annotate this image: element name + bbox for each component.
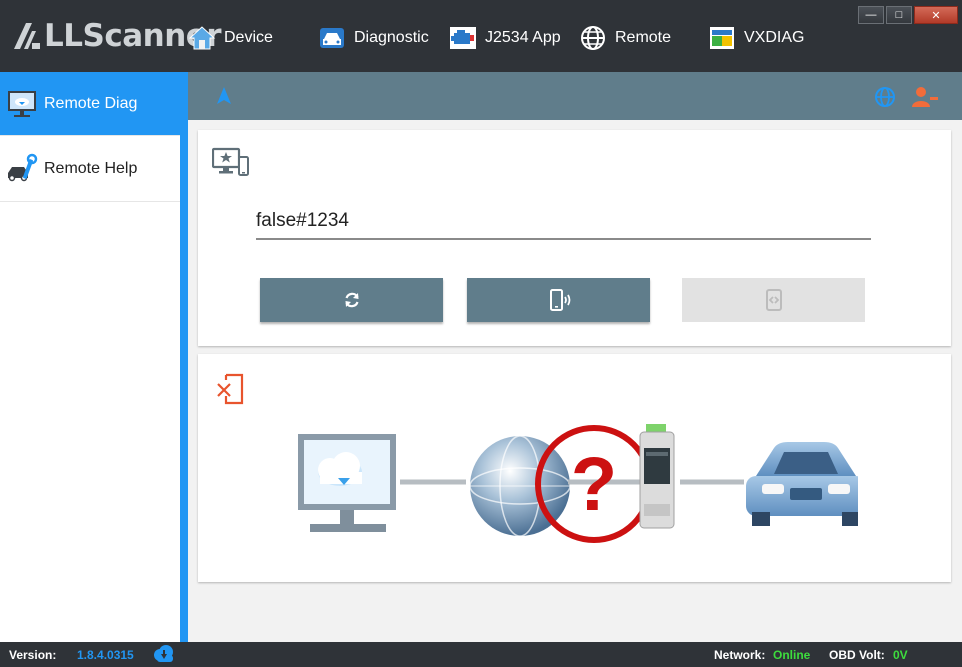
logo-a-icon bbox=[14, 23, 40, 49]
monitor-cloud-icon bbox=[6, 88, 38, 120]
user-account-icon[interactable] bbox=[912, 86, 938, 108]
phone-vibrate-icon bbox=[549, 289, 570, 311]
version-value: 1.8.4.0315 bbox=[77, 648, 134, 662]
sidebar-item-label: Remote Diag bbox=[44, 94, 138, 112]
network-status: Online bbox=[773, 648, 811, 662]
menu-device-label: Device bbox=[224, 29, 273, 46]
status-bar: Version: 1.8.4.0315 Network: Online OBD … bbox=[0, 642, 962, 667]
obd-volt-value: 0V bbox=[893, 648, 908, 662]
screen-device-icon bbox=[212, 147, 249, 176]
cloud-download-icon[interactable] bbox=[152, 645, 176, 663]
remote-code-input[interactable] bbox=[256, 204, 871, 240]
home-icon bbox=[188, 24, 216, 52]
sidebar-item-remote-diag[interactable]: Remote Diag bbox=[0, 72, 180, 136]
menu-vxdiag[interactable]: VXDIAG bbox=[708, 21, 804, 55]
wrench-car-icon bbox=[6, 153, 38, 185]
vxdiag-app-icon bbox=[708, 24, 736, 52]
obd-volt-label: OBD Volt: bbox=[829, 648, 885, 662]
connection-status-card: ? bbox=[198, 354, 951, 582]
navigation-arrow-icon[interactable] bbox=[214, 86, 234, 106]
globe-icon bbox=[579, 24, 607, 52]
svg-text:?: ? bbox=[571, 442, 617, 527]
phone-disconnected-icon bbox=[217, 373, 244, 405]
vci-device-icon bbox=[639, 424, 675, 529]
connect-icon bbox=[765, 289, 782, 311]
close-button[interactable]: ✕ bbox=[914, 6, 958, 24]
maximize-button[interactable]: □ bbox=[886, 6, 912, 24]
version-label: Version: bbox=[9, 648, 57, 662]
menu-remote[interactable]: Remote bbox=[579, 21, 671, 55]
vehicle-icon bbox=[746, 442, 858, 526]
menu-device[interactable]: Device bbox=[188, 21, 273, 55]
refresh-button[interactable] bbox=[260, 278, 443, 322]
connection-card bbox=[198, 130, 951, 346]
menu-j2534-label: J2534 App bbox=[485, 29, 561, 46]
connect-button[interactable] bbox=[682, 278, 865, 322]
menu-j2534[interactable]: J2534 App bbox=[449, 21, 561, 55]
connection-diagram: ? bbox=[298, 424, 858, 543]
main-panel: ? bbox=[188, 72, 962, 642]
menu-vxdiag-label: VXDIAG bbox=[744, 29, 805, 46]
engine-icon bbox=[449, 24, 477, 52]
sidebar-item-remote-help[interactable]: Remote Help bbox=[0, 136, 180, 202]
language-globe-icon[interactable] bbox=[874, 86, 896, 108]
window-controls: — □ ✕ bbox=[858, 6, 958, 24]
car-front-icon bbox=[318, 24, 346, 52]
minimize-button[interactable]: — bbox=[858, 6, 884, 24]
title-bar: LLScanner Device Diagnostic J2534 App Re… bbox=[0, 0, 962, 72]
refresh-icon bbox=[344, 292, 359, 308]
phone-connect-button[interactable] bbox=[467, 278, 650, 322]
network-label: Network: bbox=[714, 648, 766, 662]
menu-diagnostic[interactable]: Diagnostic bbox=[318, 21, 429, 55]
sidebar-item-label: Remote Help bbox=[44, 159, 138, 177]
main-header bbox=[188, 72, 962, 120]
menu-diagnostic-label: Diagnostic bbox=[354, 29, 429, 46]
sidebar: Remote Diag Remote Help bbox=[0, 72, 188, 642]
menu-remote-label: Remote bbox=[615, 29, 672, 46]
monitor-icon bbox=[298, 434, 396, 532]
